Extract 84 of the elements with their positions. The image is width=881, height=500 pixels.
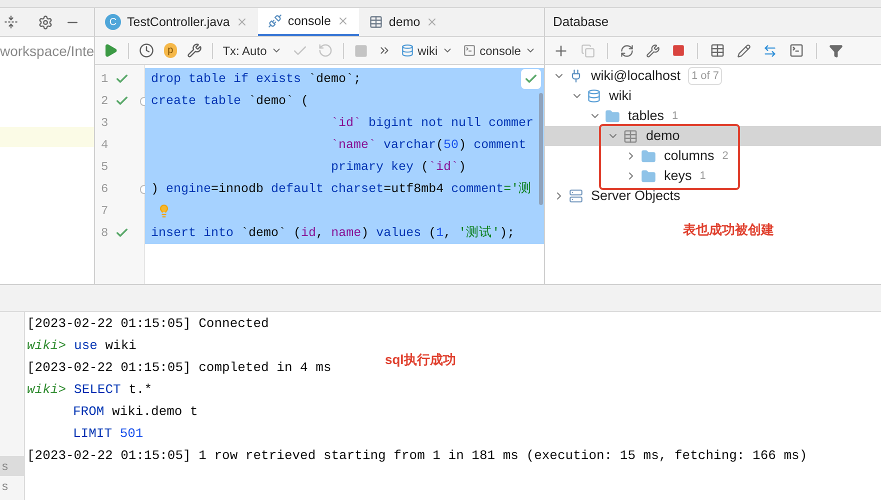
close-icon[interactable] [336,15,349,27]
item-count: 1 [672,108,678,124]
code-line: `name` varchar(50) comment [331,136,526,154]
plug-icon [268,14,282,28]
code-line: insert into `demo` (id, name) values (1, '测试'); [151,224,515,242]
filter-icon[interactable] [829,44,843,58]
line-number: 5 [101,159,109,176]
dropdown-button[interactable]: Tx: Auto [222,42,282,60]
console-line: [2023-02-22 01:15:05] completed in 4 ms [27,359,332,378]
prompt-text: wiki> [27,337,66,356]
console-line: [2023-02-22 01:15:05] Connected [27,315,269,334]
console-icon[interactable] [789,43,804,58]
tree-label: wiki [609,86,632,105]
tree-item[interactable]: demo [545,126,881,146]
tree-label: columns [664,146,714,165]
more-icon[interactable] [378,44,391,57]
panel-title: Database [553,13,609,32]
console-line: FROM wiki.demo t [73,403,198,422]
code-line: drop table if exists `demo`; [151,70,362,88]
class-icon: C [105,14,121,30]
editor-tab[interactable]: console [258,8,359,36]
prompt-text: wiki> [27,381,66,400]
annotation-text: sql执行成功 [385,351,456,369]
server-icon [569,189,583,203]
plug-icon [569,69,583,83]
tree-label: wiki@localhost [591,66,680,85]
item-count: 1 [700,168,706,184]
code-line: create table `demo` ( [151,92,309,110]
line-number: 8 [101,225,109,242]
line-number: 2 [101,93,109,110]
table-icon [368,15,383,29]
console-line: [2023-02-22 01:15:05] 1 row retrieved starting from 1 in 181 ms (execution: 15 ms, fetching: 166 ms) [27,447,808,466]
line-number: 1 [101,71,109,88]
wrench-icon[interactable] [186,43,202,58]
console-line: LIMIT 501 [73,425,144,444]
code-line: ) engine=innodb default charset=utf8mb4 comment='测 [151,180,532,198]
table-icon[interactable] [710,43,725,58]
arrows-icon[interactable] [763,44,777,58]
refresh-icon[interactable] [620,44,634,58]
run-icon[interactable] [103,43,118,58]
item-count: 2 [722,148,728,164]
editor-tab[interactable]: C TestController.java [95,8,258,36]
tree-item[interactable]: columns 2 [545,146,881,166]
line-number: 6 [101,181,109,198]
profile-button[interactable]: p [164,43,177,58]
tree-item[interactable]: wiki [545,86,881,106]
editor-tab[interactable]: demo [358,8,448,36]
tree-label: Server Objects [591,186,680,205]
pencil-icon[interactable] [737,44,751,58]
line-number: 7 [101,203,109,220]
tree-label: tables [628,106,664,125]
tree-item[interactable]: Server Objects [545,186,881,206]
path-text: workspace/Inte [0,42,94,61]
folder-icon [641,168,656,184]
database-icon [400,44,414,57]
console-icon [462,44,476,57]
code-line: `id` bigint not null commer [331,114,534,132]
dropdown-button[interactable]: wiki [400,42,453,60]
tree-item[interactable]: tables 1 [545,106,881,126]
table-icon [623,128,638,144]
annotation-text: 表也成功被创建 [683,222,774,237]
line-number: 4 [101,137,109,154]
tree-label: keys [664,166,692,185]
collapse-icon[interactable] [4,15,18,29]
close-icon[interactable] [236,16,248,28]
tree-item[interactable]: wiki@localhost 1 of 7 [545,66,881,86]
tree-label: demo [646,126,680,145]
clock-icon[interactable] [138,43,154,58]
code-line: primary key (`id`) [331,158,466,176]
console-line: SELECT t.* [74,381,152,400]
check-icon [521,69,541,89]
wrench-icon[interactable] [646,44,660,58]
settings-icon[interactable] [38,14,53,30]
close-icon[interactable] [426,16,438,28]
count-badge: 1 of 7 [688,66,722,86]
tree-item[interactable]: keys 1 [545,166,881,186]
console-line: use wiki [74,337,136,356]
folder-icon [641,148,656,164]
database-icon [587,89,601,103]
add-icon[interactable] [553,42,569,58]
folder-icon [605,108,620,124]
dropdown-button[interactable]: console [462,42,536,60]
stop-icon[interactable] [672,44,685,57]
line-number: 3 [101,115,109,132]
